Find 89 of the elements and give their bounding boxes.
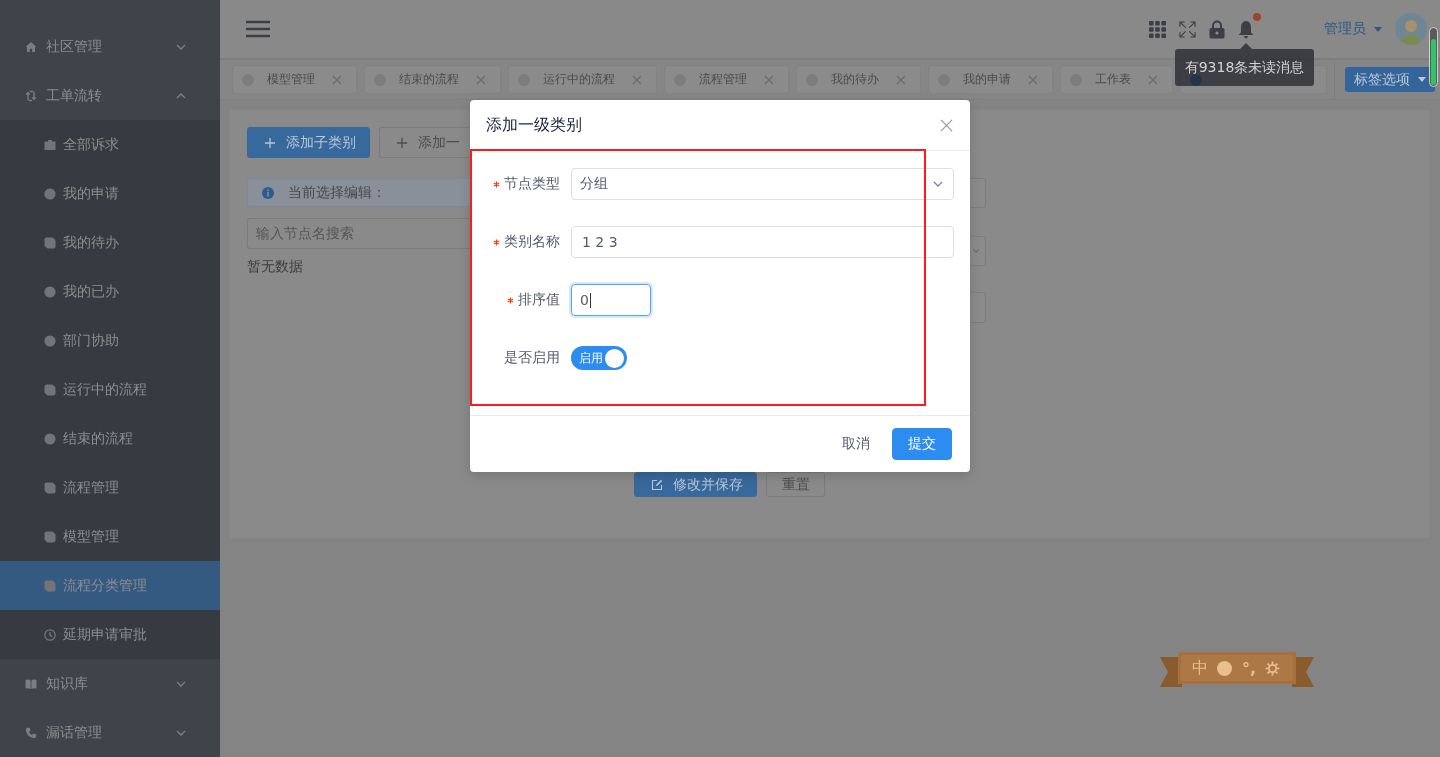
- caret-down-icon: [1418, 77, 1426, 82]
- submenu-item[interactable]: 模型管理: [0, 512, 220, 561]
- reset-button[interactable]: 重置: [766, 472, 825, 497]
- empty-text: 暂无数据: [247, 258, 304, 276]
- plus-icon: [265, 137, 275, 148]
- submenu-item[interactable]: 延期申请审批: [0, 610, 220, 659]
- page-tab[interactable]: 工作表: [1060, 65, 1173, 94]
- menu-icon[interactable]: [246, 20, 270, 38]
- cancel-button[interactable]: 取消: [826, 428, 886, 460]
- close-icon[interactable]: [1148, 74, 1158, 85]
- submit-button[interactable]: 提交: [892, 428, 952, 460]
- input-field[interactable]: 1 2 3: [571, 226, 954, 258]
- full-width-icon[interactable]: [1217, 660, 1232, 676]
- page-tab[interactable]: 运行中的流程: [508, 65, 657, 94]
- switch-knob-icon: [605, 348, 624, 368]
- field-label: 节点类型: [504, 175, 560, 193]
- alert-text: 当前选择编辑：: [288, 183, 386, 202]
- input-mode-toggle[interactable]: 中: [1192, 657, 1208, 679]
- submenu-item[interactable]: 我的已办: [0, 267, 220, 316]
- lock-icon[interactable]: [1209, 19, 1225, 39]
- field-label: 排序值: [518, 291, 560, 309]
- punctuation-toggle[interactable]: °,: [1242, 658, 1257, 678]
- save-button[interactable]: 修改并保存: [634, 472, 757, 497]
- add-button[interactable]: 添加子类别: [247, 127, 370, 158]
- chevron-down-icon: [933, 181, 943, 187]
- chevron-down-icon: [973, 249, 979, 253]
- submenu-item[interactable]: 部门协助: [0, 316, 220, 365]
- edit-icon: [651, 478, 663, 491]
- user-menu[interactable]: 管理员: [1324, 20, 1382, 38]
- close-icon[interactable]: [940, 118, 953, 132]
- sidebar-item[interactable]: 漏话管理: [0, 708, 220, 757]
- submenu-item[interactable]: 流程分类管理: [0, 561, 220, 610]
- settings-icon[interactable]: [1265, 660, 1281, 676]
- clock-icon: [44, 628, 56, 641]
- square-icon: [44, 481, 56, 494]
- circle-icon: [44, 187, 56, 200]
- circle-icon: [44, 334, 56, 347]
- fullscreen-icon[interactable]: [1179, 20, 1196, 38]
- submenu-item[interactable]: 全部诉求: [0, 120, 220, 169]
- text-cursor-icon: [589, 292, 591, 308]
- circle-icon: [44, 432, 56, 445]
- plus-icon: [397, 137, 407, 148]
- grid-icon[interactable]: [1149, 20, 1166, 38]
- close-icon[interactable]: [632, 74, 642, 85]
- field-label: 是否启用: [504, 349, 560, 367]
- book-icon: [25, 677, 37, 690]
- submenu-item[interactable]: 结束的流程: [0, 414, 220, 463]
- toggle-switch[interactable]: 启用: [571, 346, 627, 370]
- tab-options-button[interactable]: 标签选项: [1345, 67, 1435, 92]
- avatar-icon[interactable]: [1395, 13, 1427, 45]
- close-icon[interactable]: [764, 74, 774, 85]
- caret-down-icon: [1374, 26, 1382, 32]
- close-icon[interactable]: [896, 74, 906, 85]
- submenu-item[interactable]: 我的待办: [0, 218, 220, 267]
- page-tab[interactable]: 结束的流程: [364, 65, 501, 94]
- close-icon[interactable]: [1028, 74, 1038, 85]
- briefcase-icon: [44, 138, 56, 151]
- page-tab[interactable]: 流程管理: [664, 65, 789, 94]
- page-tab[interactable]: 我的待办: [796, 65, 921, 94]
- add-button[interactable]: 添加一: [379, 127, 470, 158]
- swap-arrows-icon: [25, 89, 37, 102]
- field-label: 类别名称: [504, 233, 560, 251]
- dialog-title: 添加一级类别: [486, 114, 582, 136]
- page-tab[interactable]: 模型管理: [232, 65, 357, 94]
- submenu-item[interactable]: 流程管理: [0, 463, 220, 512]
- sidebar-item[interactable]: 知识库: [0, 659, 220, 708]
- circle-icon: [44, 285, 56, 298]
- square-icon: [44, 530, 56, 543]
- close-icon[interactable]: [332, 74, 342, 85]
- square-icon: [44, 383, 56, 396]
- close-icon[interactable]: [476, 74, 486, 85]
- input-field[interactable]: [970, 292, 986, 323]
- square-icon: [44, 579, 56, 592]
- home-icon: [25, 40, 37, 53]
- scroll-indicator: [1429, 27, 1438, 87]
- bell-icon[interactable]: [1238, 19, 1254, 39]
- notification-tooltip: 有9318条未读消息: [1175, 43, 1314, 86]
- submenu-item[interactable]: 我的申请: [0, 169, 220, 218]
- select-field[interactable]: 分组: [571, 168, 954, 200]
- select-field[interactable]: [970, 236, 986, 266]
- info-icon: [262, 186, 274, 199]
- sidebar-item[interactable]: 工单流转: [0, 71, 220, 120]
- page-tab[interactable]: 我的申请: [928, 65, 1053, 94]
- phone-icon: [25, 726, 37, 739]
- sidebar-item[interactable]: 社区管理: [0, 22, 220, 71]
- input-field[interactable]: [970, 178, 986, 208]
- square-icon: [44, 236, 56, 249]
- submenu-item[interactable]: 运行中的流程: [0, 365, 220, 414]
- number-field[interactable]: 0: [571, 284, 651, 316]
